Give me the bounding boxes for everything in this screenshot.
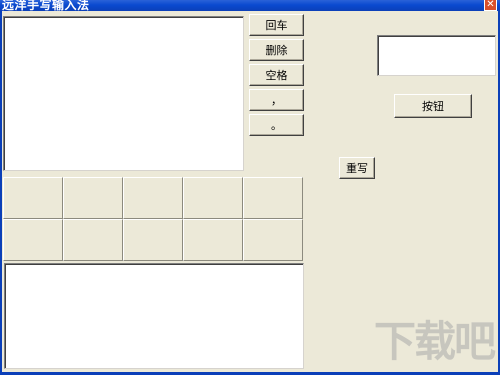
text-output-area[interactable]: [4, 263, 304, 369]
watermark-logo: 下载吧: [373, 317, 496, 366]
rewrite-button[interactable]: 重写: [339, 157, 375, 179]
candidate-cell[interactable]: [3, 219, 63, 261]
candidate-grid: [3, 177, 303, 261]
candidate-cell[interactable]: [243, 177, 303, 219]
space-button[interactable]: 空格: [249, 64, 304, 86]
generic-button[interactable]: 按钮: [394, 94, 472, 118]
window-frame-left: [0, 11, 2, 375]
candidate-cell[interactable]: [3, 177, 63, 219]
candidate-cell[interactable]: [63, 177, 123, 219]
candidate-cell[interactable]: [63, 219, 123, 261]
candidate-cell[interactable]: [123, 177, 183, 219]
handwriting-area[interactable]: [3, 16, 244, 171]
candidate-cell[interactable]: [123, 219, 183, 261]
enter-button[interactable]: 回车: [249, 14, 304, 36]
result-textbox[interactable]: [377, 35, 496, 76]
delete-button[interactable]: 删除: [249, 39, 304, 61]
candidate-cell[interactable]: [183, 219, 243, 261]
period-button[interactable]: 。: [249, 114, 304, 136]
comma-button[interactable]: ，: [249, 89, 304, 111]
candidate-cell[interactable]: [183, 177, 243, 219]
title-bar: 远洋手写输入法 ✕: [0, 0, 500, 11]
close-icon[interactable]: ✕: [484, 0, 497, 11]
window-title: 远洋手写输入法: [2, 0, 90, 11]
candidate-cell[interactable]: [243, 219, 303, 261]
